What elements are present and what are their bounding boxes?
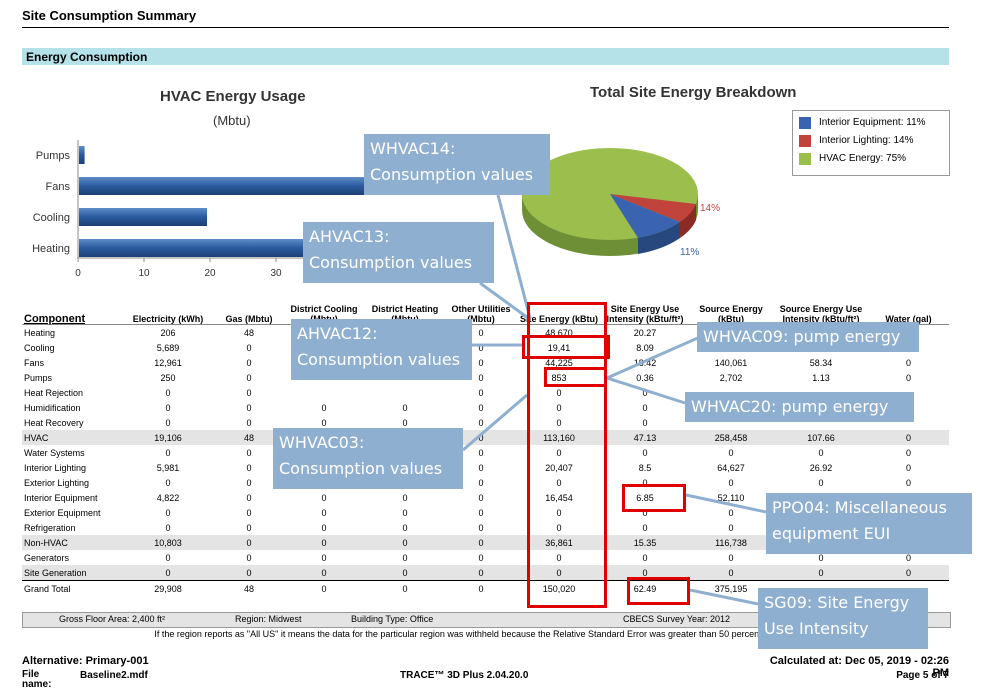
highlight-site-eui [627, 577, 690, 605]
callout-whvac20: WHVAC20: pump energy [685, 392, 914, 422]
highlight-equipment-eui [622, 484, 686, 512]
highlight-pumps-value [544, 367, 607, 387]
highlight-cooling-value [522, 335, 610, 359]
connector-whvac20 [606, 376, 686, 405]
connector-ppo04 [685, 493, 767, 514]
callout-ahvac12: AHVAC12: Consumption values [291, 319, 472, 380]
connector-whvac03 [462, 393, 528, 452]
callout-ahvac13: AHVAC13: Consumption values [303, 222, 494, 283]
callout-whvac14: WHVAC14: Consumption values [364, 134, 550, 195]
callout-whvac09: WHVAC09: pump energy [697, 322, 919, 352]
connector-whvac09 [606, 335, 701, 380]
callout-ppo04: PPO04: Miscellaneous equipment EUI [766, 493, 972, 554]
callout-whvac03: WHVAC03: Consumption values [273, 428, 463, 489]
connector-sg09 [689, 588, 759, 606]
callout-sg09: SG09: Site Energy Use Intensity [758, 588, 928, 649]
